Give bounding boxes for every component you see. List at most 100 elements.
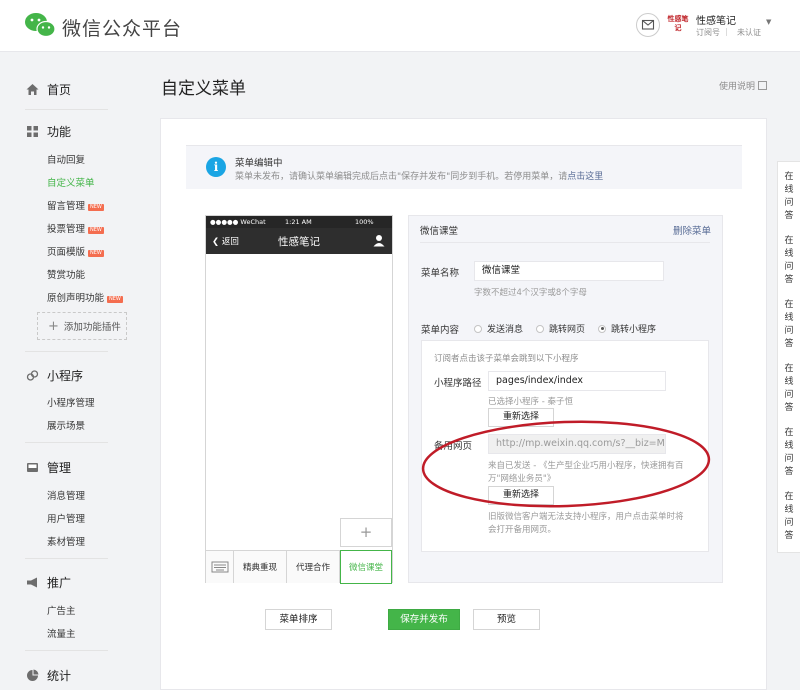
menu-tab-wechat-class[interactable]: 微信课堂 [340,550,392,584]
nav-promo[interactable]: 推广 [26,574,71,591]
sidebar-item-advertiser[interactable]: 广告主 [47,603,76,617]
phone-carrier: ●●●●● WeChat [210,218,266,226]
divider [25,558,108,559]
sidebar-item-users[interactable]: 用户管理 [47,511,85,525]
floater-item[interactable]: 在线问答 [778,491,800,543]
compat-hint-2: 会打开备用网页。 [488,525,557,535]
mini-path-input[interactable]: pages/index/index [488,371,666,391]
nav-manage[interactable]: 管理 [26,459,71,476]
user-icon [373,235,385,247]
sidebar-item-mini-manage[interactable]: 小程序管理 [47,395,95,409]
account-name[interactable]: 性感笔记 [696,12,736,27]
sidebar-item-comments[interactable]: 留言管理 NEW [47,198,104,212]
nav-stats[interactable]: 统计 [26,667,71,684]
nav-mini-label: 小程序 [47,369,84,383]
floater-item[interactable]: 在线问答 [778,363,800,415]
phone-title: 性感笔记 [278,236,320,248]
pie-chart-icon [27,669,39,681]
preview-button[interactable]: 预览 [473,609,540,630]
menu-name-input[interactable]: 微信课堂 [474,261,664,281]
sidebar-item-original[interactable]: 原创声明功能 NEW [47,290,123,304]
new-badge: NEW [88,204,104,211]
sidebar-item-publisher[interactable]: 流量主 [47,626,76,640]
disable-menu-link[interactable]: 点击这里 [567,172,603,182]
phone-preview: ●●●●● WeChat 1:21 AM 100% ❮ 返回 性感笔记 + 精典… [205,215,393,584]
floater-item[interactable]: 在线问答 [778,171,800,223]
nav-promo-label: 推广 [47,576,72,590]
notice-text: 菜单未发布，请确认菜单编辑完成后点击"保存并发布"同步到手机。若停用菜单，请点击… [235,172,604,182]
nav-mini[interactable]: 小程序 [26,367,83,384]
radio-send-message[interactable]: 发送消息 [474,322,523,335]
phone-nav-bar: ❮ 返回 性感笔记 [206,228,392,254]
plus-icon: + [48,318,59,334]
menu-name-hint: 字数不超过4个汉字或8个字母 [474,288,587,298]
radio-jump-mini[interactable]: 跳转小程序 [598,322,656,335]
sidebar-item-materials[interactable]: 素材管理 [47,534,85,548]
nav-stats-label: 统计 [47,669,72,683]
divider [25,442,108,443]
sidebar-item-auto-reply[interactable]: 自动回复 [47,152,85,166]
radio-dot [536,324,544,333]
mail-icon[interactable] [636,13,660,37]
keyboard-icon[interactable] [206,551,234,583]
add-plugin-button[interactable]: + 添加功能插件 [37,312,127,340]
new-badge: NEW [88,250,104,257]
path-label: 小程序路径 [434,378,482,389]
account-status: 未认证 [737,28,761,37]
annotation-oval [421,420,711,508]
page-title: 自定义菜单 [161,79,246,99]
phone-time: 1:21 AM [285,218,312,226]
chevron-down-icon[interactable]: ▼ [766,18,771,26]
account-type: 订阅号 [696,28,720,37]
delete-menu-link[interactable]: 删除菜单 [673,223,711,237]
menu-tab-agency[interactable]: 代理合作 [287,551,340,583]
new-badge: NEW [107,296,123,303]
floater-item[interactable]: 在线问答 [778,427,800,479]
add-submenu-button[interactable]: + [340,518,392,547]
notice-title: 菜单编辑中 [235,158,283,169]
online-qa-floater[interactable]: 在线问答 在线问答 在线问答 在线问答 在线问答 在线问答 [777,161,800,553]
sidebar-item-messages[interactable]: 消息管理 [47,488,85,502]
phone-menu-bar: 精典重现 代理合作 微信课堂 [206,550,392,584]
nav-manage-label: 管理 [47,461,72,475]
editor-heading: 微信课堂 [420,226,459,237]
wechat-logo-icon [25,13,56,38]
grid-icon [27,126,38,137]
sidebar-item-reward[interactable]: 赞赏功能 [47,267,85,281]
inbox-icon [27,463,38,472]
nav-home-label: 首页 [47,83,72,97]
sub-intro: 订阅者点击该子菜单会跳到以下小程序 [434,354,579,364]
sort-menu-button[interactable]: 菜单排序 [265,609,332,630]
sidebar-item-scenes[interactable]: 展示场景 [47,418,85,432]
notice-banner: i 菜单编辑中 菜单未发布，请确认菜单编辑完成后点击"保存并发布"同步到手机。若… [186,145,742,189]
divider [420,242,710,243]
mini-program-icon [26,370,39,381]
compat-hint-1: 旧版微信客户端无法支持小程序，用户点击菜单时将 [488,512,684,522]
new-badge: NEW [88,227,104,234]
nav-func[interactable]: 功能 [26,123,71,140]
radio-jump-web[interactable]: 跳转网页 [536,322,585,335]
nav-func-label: 功能 [47,125,72,139]
home-icon [26,84,39,95]
save-publish-button[interactable]: 保存并发布 [388,609,460,630]
menu-content-label: 菜单内容 [421,325,460,336]
sidebar: 首页 功能 自动回复 自定义菜单 留言管理 NEW 投票管理 NEW 页面模版 NEW… [0,53,140,690]
help-link[interactable]: 使用说明 [719,79,768,92]
document-icon [758,81,768,90]
sidebar-item-votes[interactable]: 投票管理 NEW [47,221,104,235]
top-header: 微信公众平台 性感笔记 性感笔记 订阅号 | 未认证 ▼ [0,0,800,52]
divider [25,650,108,651]
divider [25,109,108,110]
sidebar-item-custom-menu[interactable]: 自定义菜单 [47,175,95,189]
radio-dot-selected [598,324,606,333]
account-avatar[interactable]: 性感笔记 [667,14,689,36]
menu-name-label: 菜单名称 [421,268,460,279]
nav-home[interactable]: 首页 [26,81,71,98]
sidebar-item-templates[interactable]: 页面模版 NEW [47,244,104,258]
radio-dot [474,324,482,333]
floater-item[interactable]: 在线问答 [778,235,800,287]
floater-item[interactable]: 在线问答 [778,299,800,351]
menu-tab-classic[interactable]: 精典重现 [234,551,287,583]
megaphone-icon [27,577,37,588]
info-icon: i [206,157,226,177]
